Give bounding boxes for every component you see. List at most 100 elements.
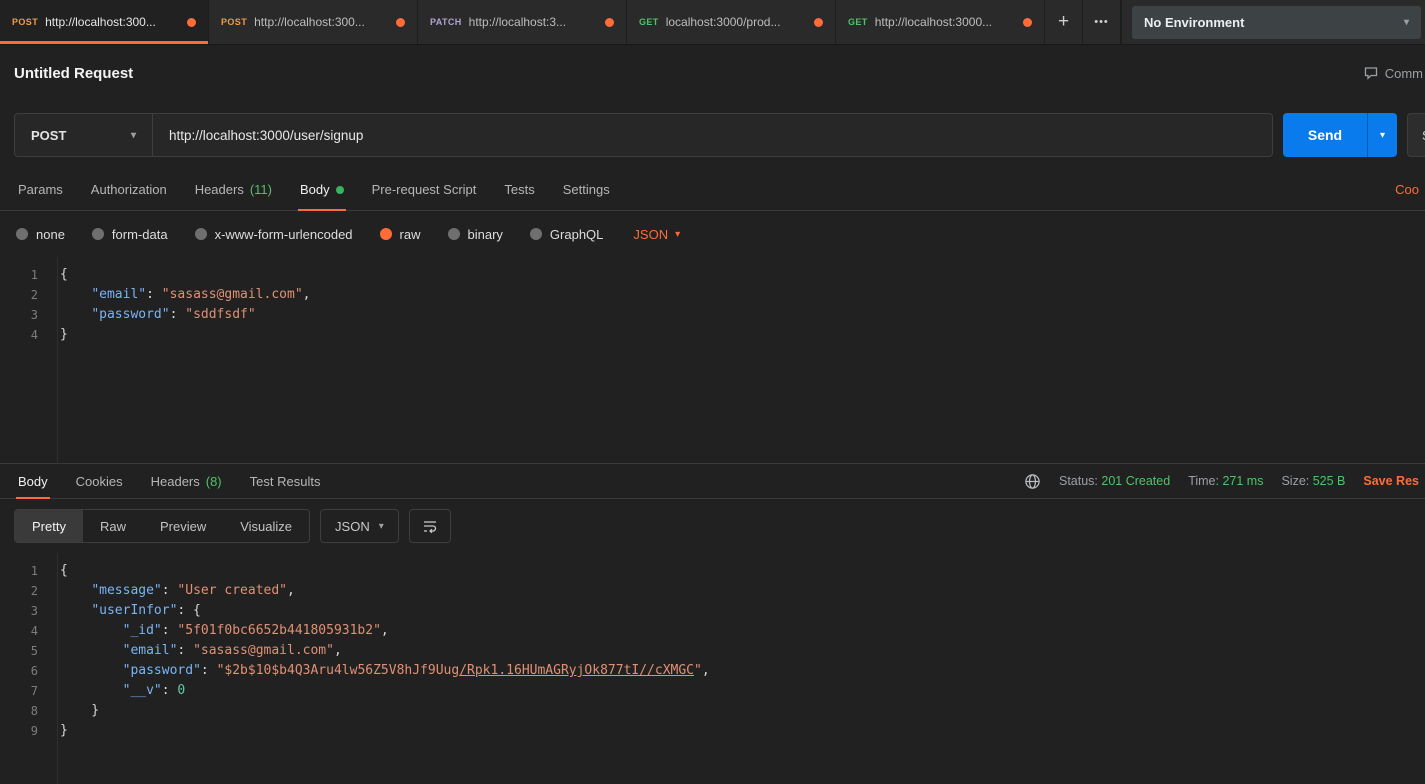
view-mode-preview[interactable]: Preview bbox=[143, 510, 223, 542]
unsaved-dot-icon bbox=[1023, 17, 1032, 27]
tab-method-label: GET bbox=[848, 17, 868, 27]
tab-label: Settings bbox=[562, 182, 610, 197]
request-tab-settings[interactable]: Settings bbox=[549, 169, 624, 210]
meta-label: Status: bbox=[1058, 474, 1102, 488]
code-text: "message": "User created", bbox=[38, 581, 295, 601]
tab-label: Cookies bbox=[75, 473, 123, 489]
view-mode-pretty[interactable]: Pretty bbox=[15, 510, 83, 542]
meta-value: 271 ms bbox=[1222, 474, 1264, 488]
request-tab-pre-request-script[interactable]: Pre-request Script bbox=[358, 169, 491, 210]
save-response-button[interactable]: Save Res bbox=[1363, 474, 1419, 488]
meta-value: 201 Created bbox=[1101, 474, 1171, 488]
view-mode-raw[interactable]: Raw bbox=[83, 510, 143, 542]
response-tab-cookies[interactable]: Cookies bbox=[62, 464, 137, 498]
response-body-viewer[interactable]: 1{2 "message": "User created", 3 "userInf… bbox=[0, 553, 1425, 784]
view-mode-visualize[interactable]: Visualize bbox=[223, 510, 309, 542]
send-options-button[interactable]: ▾ bbox=[1367, 113, 1397, 157]
code-line: 4 "_id": "5f01f0bc6652b441805931b2", bbox=[0, 621, 1425, 641]
request-tab-authorization[interactable]: Authorization bbox=[77, 169, 181, 210]
body-mode-label: none bbox=[36, 226, 65, 242]
code-segment: : bbox=[161, 623, 178, 638]
response-status-group: Status: 201 Created Time: 271 ms Size: 525… bbox=[1059, 474, 1345, 488]
response-time-indicator: Time: 271 ms bbox=[1188, 474, 1263, 488]
chevron-down-icon: ▾ bbox=[1403, 16, 1409, 28]
body-mode-x-www-form-urlencoded[interactable]: x-www-form-urlencoded bbox=[194, 227, 353, 242]
url-input[interactable] bbox=[153, 114, 1272, 156]
wrap-lines-icon bbox=[423, 521, 436, 534]
body-mode-graphql[interactable]: GraphQL bbox=[529, 226, 604, 242]
body-mode-label: GraphQL bbox=[549, 226, 604, 242]
body-mode-none[interactable]: none bbox=[16, 227, 65, 242]
code-line: 2 "message": "User created", bbox=[0, 581, 1425, 601]
request-tab[interactable]: POST http://localhost:300... bbox=[0, 0, 209, 44]
code-segment: , bbox=[380, 623, 389, 638]
wrap-lines-button[interactable] bbox=[408, 509, 451, 543]
request-tab[interactable]: GET localhost:3000/prod... bbox=[627, 0, 836, 44]
code-segment: , bbox=[701, 663, 710, 678]
globe-icon[interactable] bbox=[1024, 473, 1041, 490]
unsaved-dot-icon bbox=[187, 17, 196, 27]
body-mode-form-data[interactable]: form-data bbox=[91, 227, 168, 242]
response-nav-tabs: Body Cookies Headers (8) Test Results bbox=[4, 464, 335, 499]
code-text: } bbox=[38, 325, 68, 345]
line-number: 9 bbox=[30, 724, 38, 738]
cookies-link[interactable]: Coo bbox=[1395, 182, 1421, 197]
code-line: 7 "__v": 0 bbox=[0, 681, 1425, 701]
request-body-editor[interactable]: 1{2 "email": "sasass@gmail.com", 3 "passw… bbox=[0, 257, 1425, 463]
tab-bar: POST http://localhost:300... POST http://lo… bbox=[0, 0, 1425, 45]
line-number: 5 bbox=[30, 644, 38, 658]
code-text: } bbox=[38, 721, 68, 741]
code-segment: "message" bbox=[91, 583, 162, 598]
save-request-button[interactable]: S bbox=[1407, 113, 1425, 157]
unsaved-dot-icon bbox=[396, 17, 405, 27]
tab-title: localhost:3000/prod... bbox=[665, 15, 781, 29]
meta-label: Time: bbox=[1188, 474, 1223, 488]
request-tab[interactable]: PATCH http://localhost:3... bbox=[418, 0, 627, 44]
code-line: 4} bbox=[0, 325, 1425, 345]
radio-icon bbox=[447, 228, 460, 240]
body-mode-binary[interactable]: binary bbox=[447, 226, 503, 242]
response-tab-test-results[interactable]: Test Results bbox=[236, 464, 335, 498]
chevron-down-icon: ▾ bbox=[130, 129, 136, 141]
code-segment: : bbox=[161, 583, 178, 598]
open-new-tab-button[interactable]: + bbox=[1045, 0, 1083, 44]
response-tab-headers[interactable]: Headers (8) bbox=[137, 464, 236, 498]
unsaved-dot-icon bbox=[605, 17, 614, 27]
body-mode-label: binary bbox=[467, 226, 503, 242]
body-mode-raw[interactable]: raw bbox=[379, 227, 421, 242]
comments-button[interactable]: Comm bbox=[1363, 65, 1423, 81]
request-tab[interactable]: POST http://localhost:300... bbox=[209, 0, 418, 44]
request-tab-tests[interactable]: Tests bbox=[490, 169, 548, 210]
method-selector[interactable]: POST ▾ bbox=[15, 114, 153, 156]
code-segment: { bbox=[60, 563, 68, 578]
tab-method-label: POST bbox=[12, 17, 39, 27]
request-tab-params[interactable]: Params bbox=[4, 169, 77, 210]
request-tab[interactable]: GET http://localhost:3000... bbox=[836, 0, 1045, 44]
response-tab-body[interactable]: Body bbox=[4, 464, 62, 499]
environment-label: No Environment bbox=[1144, 14, 1245, 30]
body-language-selector[interactable]: JSON ▾ bbox=[633, 227, 680, 242]
code-text: "__v": 0 bbox=[38, 681, 186, 701]
environment-area: No Environment ▾ bbox=[1121, 0, 1425, 44]
response-language-selector[interactable]: JSON ▾ bbox=[320, 509, 399, 543]
body-language-label: JSON bbox=[633, 226, 669, 242]
tab-options-button[interactable]: ••• bbox=[1083, 0, 1121, 44]
method-label: POST bbox=[31, 127, 67, 143]
code-segment: " bbox=[694, 663, 702, 678]
code-segment: : bbox=[177, 643, 194, 658]
send-button[interactable]: Send bbox=[1283, 113, 1367, 157]
code-text: "userInfor": { bbox=[38, 601, 201, 621]
tab-label: Params bbox=[18, 182, 63, 197]
environment-selector[interactable]: No Environment ▾ bbox=[1132, 5, 1421, 39]
code-segment: "5f01f0bc6652b441805931b2" bbox=[177, 623, 381, 638]
code-segment: : { bbox=[177, 603, 201, 618]
request-tab-body[interactable]: Body bbox=[286, 169, 358, 211]
code-line: 2 "email": "sasass@gmail.com", bbox=[0, 285, 1425, 305]
request-tab-headers[interactable]: Headers (11) bbox=[181, 169, 286, 210]
meta-value: 525 B bbox=[1312, 474, 1346, 488]
code-segment: "sddfsdf" bbox=[185, 307, 256, 322]
